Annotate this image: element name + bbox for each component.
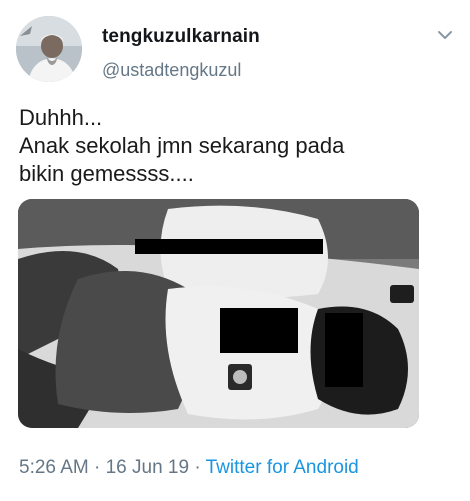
- avatar[interactable]: [16, 16, 82, 82]
- tweet-card[interactable]: tengkuzulkarnain @ustadtengkuzul Duhhh..…: [0, 0, 470, 501]
- tweet-photo[interactable]: [18, 199, 419, 428]
- display-name[interactable]: tengkuzulkarnain: [102, 26, 260, 48]
- tweet-source-link[interactable]: Twitter for Android: [206, 457, 359, 478]
- tweet-text-line: bikin gemessss....: [19, 161, 194, 186]
- meta-separator: ·: [88, 457, 106, 478]
- chevron-down-icon[interactable]: [436, 28, 454, 42]
- user-handle[interactable]: @ustadtengkuzul: [102, 60, 241, 81]
- tweet-text-line: Anak sekolah jmn sekarang pada: [19, 133, 345, 158]
- tweet-text: Duhhh... Anak sekolah jmn sekarang pada …: [19, 104, 459, 188]
- meta-separator: ·: [189, 457, 206, 478]
- tweet-text-line: Duhhh...: [19, 105, 103, 130]
- tweet-time[interactable]: 5:26 AM: [19, 457, 89, 478]
- tweet-date[interactable]: 16 Jun 19: [106, 457, 189, 478]
- tweet-meta: 5:26 AM · 16 Jun 19 · Twitter for Androi…: [19, 457, 359, 479]
